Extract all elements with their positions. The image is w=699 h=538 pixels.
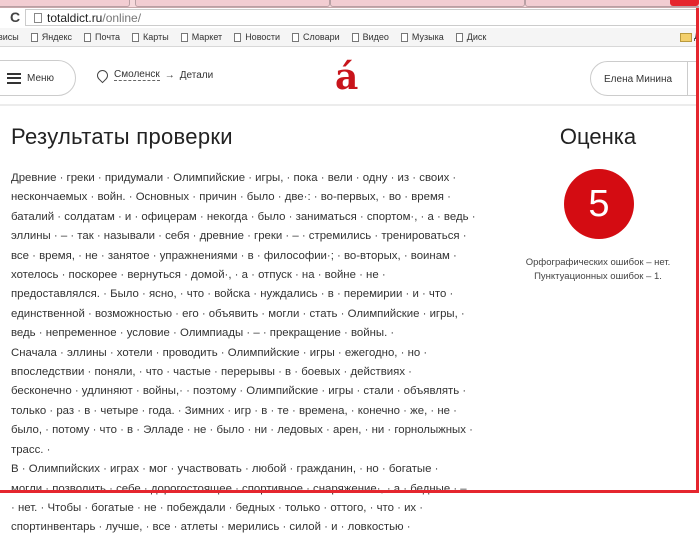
text-line: нескончаемых · войн. · Основных · причин… <box>11 191 451 204</box>
text-line: эллины · – · так · называли · себя · дре… <box>11 230 467 243</box>
bookmark-item[interactable]: Словари <box>292 32 340 42</box>
bookmark-item[interactable]: висы <box>0 32 19 42</box>
user-name: Елена Минина <box>604 74 673 85</box>
text-line: хотелось · поскорее · вернуться · домой·… <box>11 269 386 282</box>
menu-button[interactable]: Меню <box>0 60 76 96</box>
page-icon <box>30 32 38 42</box>
page-icon <box>132 32 140 42</box>
text-line: Сначала · эллины · хотели · проводить · … <box>11 346 428 359</box>
url-host: totaldict.ru <box>47 10 103 25</box>
site-logo[interactable]: á <box>335 55 358 99</box>
window-close-button[interactable] <box>670 0 699 6</box>
text-line: только · раз · в · четыре · года. · Зимн… <box>11 404 457 417</box>
breadcrumb-current: Детали <box>179 69 214 81</box>
bookmark-item[interactable]: Карты <box>132 32 169 42</box>
text-line: бесконечно · удлиняют · войны,· · поэтом… <box>11 385 467 398</box>
text-line: трасс. · <box>11 443 51 456</box>
text-line: все · время, · не · занятое · упражнения… <box>11 249 457 262</box>
hamburger-icon <box>7 72 21 84</box>
text-line: · нет. · Чтобы · богатые · не · побеждал… <box>11 501 424 514</box>
breadcrumb: Смоленск → Детали <box>94 67 214 83</box>
page-icon <box>351 32 359 42</box>
text-line: впоследствии · поняли, · что · частые · … <box>11 366 412 379</box>
bookmark-item[interactable]: Видео <box>351 32 389 42</box>
page-icon <box>84 32 92 42</box>
user-button[interactable]: Елена Минина <box>590 61 699 96</box>
bookmark-item[interactable]: Диск <box>455 32 486 42</box>
page-icon <box>292 32 300 42</box>
url-path: /online/ <box>102 10 142 25</box>
text-line: В · Олимпийских · играх · мог · участвов… <box>11 463 439 476</box>
browser-tab[interactable] <box>330 0 525 7</box>
grade-badge: 5 <box>564 169 634 239</box>
text-line: предоставлялся. · Было · ясно, · что · в… <box>11 288 454 301</box>
text-line: было, · потому · что · в · Элладе · не ·… <box>11 424 473 437</box>
page-icon <box>455 32 463 42</box>
text-line: Древние · греки · придумали · Олимпийски… <box>11 172 457 184</box>
text-line: спортинвентарь · лучше, · все · атлеты ·… <box>11 521 411 534</box>
punctuation-errors: Пунктуационных ошибок – 1. <box>534 271 662 282</box>
divider <box>687 62 688 95</box>
bookmark-item[interactable]: Музыка <box>400 32 444 42</box>
checked-text: Древние · греки · придумали · Олимпийски… <box>11 169 476 538</box>
page-icon <box>234 32 242 42</box>
bookmark-item[interactable]: Новости <box>234 32 280 42</box>
browser-tab[interactable] <box>0 0 130 7</box>
text-line: ведь · непременное · условие · Олимпиады… <box>11 327 395 340</box>
page-icon <box>34 12 42 23</box>
browser-tab[interactable] <box>135 0 330 7</box>
page-title: Результаты проверки <box>11 124 233 149</box>
city-link[interactable]: Смоленск <box>114 69 160 81</box>
address-bar: C totaldict.ru/online/ <box>0 8 699 28</box>
spelling-errors: Орфографических ошибок – нет. <box>525 257 671 268</box>
page-icon <box>180 32 188 42</box>
reload-icon[interactable]: C <box>10 9 20 25</box>
text-line: баталий · солдатам · и · офицерам · неко… <box>11 210 476 223</box>
breadcrumb-arrow: → <box>164 69 175 81</box>
bookmark-item[interactable]: Яндекс <box>30 32 72 42</box>
grade-title: Оценка <box>559 124 637 149</box>
bookmark-item[interactable]: Почта <box>84 32 120 42</box>
bookmarks-bar: висы Яндекс Почта Карты Маркет Новости С… <box>0 28 699 47</box>
location-pin-icon <box>94 67 111 83</box>
header-divider <box>0 104 699 106</box>
page-icon <box>400 32 408 42</box>
folder-icon[interactable] <box>680 33 692 42</box>
bookmark-item[interactable]: Маркет <box>180 32 222 42</box>
error-summary: Орфографических ошибок – нет. Пунктуацио… <box>498 256 698 284</box>
menu-label: Меню <box>27 72 55 84</box>
text-line: единственной · возможностью · его · объя… <box>11 307 465 320</box>
browser-tab-strip <box>0 0 699 8</box>
url-input[interactable]: totaldict.ru/online/ <box>25 9 699 26</box>
